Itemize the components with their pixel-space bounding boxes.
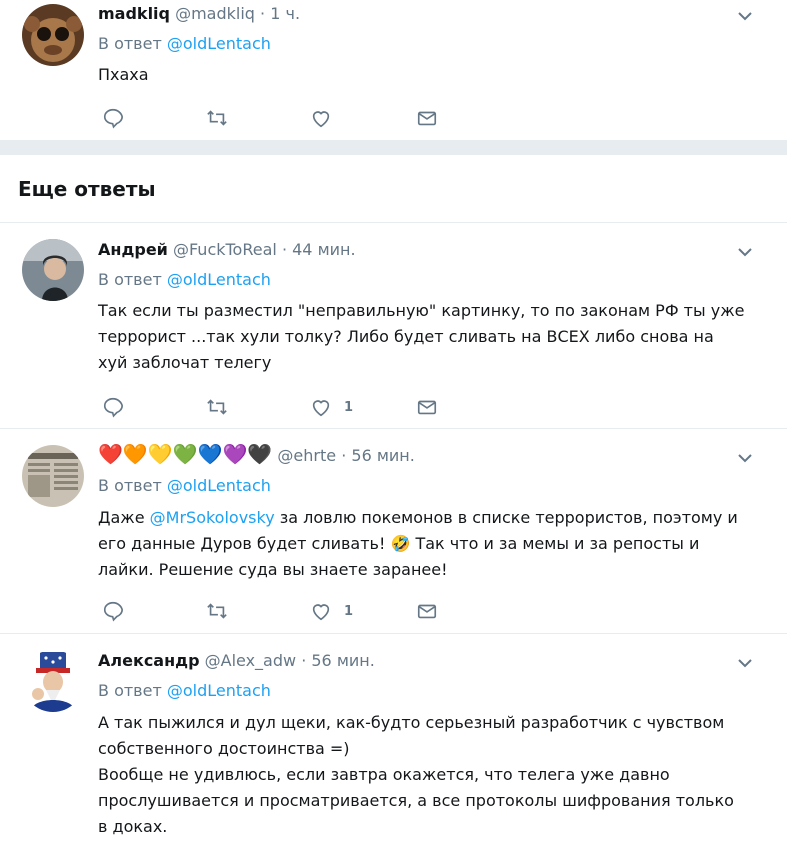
tweet-fucktoreal[interactable]: Андрей @FuckToReal · 44 мин. В ответ @ol… xyxy=(0,223,787,427)
username[interactable]: @ehrte xyxy=(277,446,336,465)
retweet-icon xyxy=(207,603,227,619)
reply-prefix: В ответ xyxy=(98,476,162,495)
section-title: Еще ответы xyxy=(18,177,156,201)
mention-link[interactable]: @MrSokolovsky xyxy=(150,508,275,527)
like-icon xyxy=(312,604,330,621)
tweet-madkliq[interactable]: madkliq @madkliq · 1 ч. В ответ @oldLent… xyxy=(0,0,787,140)
reply-button[interactable] xyxy=(102,106,124,130)
reply-mention-link[interactable]: @oldLentach xyxy=(167,476,271,495)
display-name[interactable]: ❤️🧡💛💚💙💜🖤 xyxy=(98,442,272,466)
direct-message-button[interactable] xyxy=(416,395,438,419)
tweet-ehrte[interactable]: ❤️🧡💛💚💙💜🖤 @ehrte · 56 мин. В ответ @oldLe… xyxy=(0,429,787,632)
avatar[interactable] xyxy=(22,4,84,66)
message-icon xyxy=(417,400,437,415)
retweet-button[interactable] xyxy=(206,599,228,623)
tweet-header: Андрей @FuckToReal · 44 мин. xyxy=(98,240,356,259)
avatar[interactable] xyxy=(22,239,84,301)
tweet-text: А так пыжился и дул щеки, как-будто серь… xyxy=(98,710,748,840)
tweet-header: Александр @Alex_adw · 56 мин. xyxy=(98,651,375,670)
chevron-down-icon[interactable] xyxy=(737,655,753,671)
tweet-header: madkliq @madkliq · 1 ч. xyxy=(98,4,300,23)
reply-context: В ответ @oldLentach xyxy=(98,270,271,289)
separator-dot: · xyxy=(301,651,307,670)
tweet-text-line: А так пыжился и дул щеки, как-будто серь… xyxy=(98,713,725,758)
timestamp[interactable]: 44 мин. xyxy=(292,240,355,259)
reply-prefix: В ответ xyxy=(98,681,162,700)
chevron-down-icon[interactable] xyxy=(737,450,753,466)
tweet-text: Пхаха xyxy=(98,65,149,84)
timestamp[interactable]: 56 мин. xyxy=(351,446,414,465)
tweet-text-part: Даже xyxy=(98,508,150,527)
reply-prefix: В ответ xyxy=(98,270,162,289)
message-icon xyxy=(417,111,437,126)
tweet-text-line: Вообще не удивлюсь, если завтра окажется… xyxy=(98,765,734,836)
retweet-button[interactable] xyxy=(206,395,228,419)
like-button[interactable] xyxy=(310,106,344,130)
separator-dot: · xyxy=(281,240,288,259)
reply-icon xyxy=(103,601,123,622)
username[interactable]: @Alex_adw xyxy=(205,651,296,670)
reply-context: В ответ @oldLentach xyxy=(98,34,271,53)
reply-mention-link[interactable]: @oldLentach xyxy=(167,681,271,700)
tweet-text: Даже @MrSokolovsky за ловлю покемонов в … xyxy=(98,505,748,583)
display-name[interactable]: Александр xyxy=(98,651,200,670)
reply-context: В ответ @oldLentach xyxy=(98,476,271,495)
tweet-text: Так если ты разместил "неправильную" кар… xyxy=(98,301,745,372)
chevron-down-icon[interactable] xyxy=(737,244,753,260)
reply-context: В ответ @oldLentach xyxy=(98,681,271,700)
section-gap xyxy=(0,141,787,155)
like-count: 1 xyxy=(344,603,354,619)
separator-dot: · xyxy=(260,4,266,23)
username[interactable]: @FuckToReal xyxy=(173,240,277,259)
retweet-icon xyxy=(207,399,227,415)
username[interactable]: @madkliq xyxy=(175,4,255,23)
retweet-icon xyxy=(207,110,227,126)
tweet-header: ❤️🧡💛💚💙💜🖤 @ehrte · 56 мин. xyxy=(98,442,415,466)
tweet-actions: 1 xyxy=(98,599,498,623)
reply-mention-link[interactable]: @oldLentach xyxy=(167,34,271,53)
separator-dot: · xyxy=(341,446,347,465)
reply-icon xyxy=(103,397,123,418)
tweet-alex-adw[interactable]: Александр @Alex_adw · 56 мин. В ответ @o… xyxy=(0,634,787,841)
like-count: 1 xyxy=(344,399,354,415)
tweet-actions: 1 xyxy=(98,395,498,419)
reply-prefix: В ответ xyxy=(98,34,162,53)
timestamp[interactable]: 1 ч. xyxy=(270,4,300,23)
reply-icon xyxy=(103,108,123,129)
timestamp[interactable]: 56 мин. xyxy=(311,651,374,670)
tweet-actions xyxy=(98,106,498,130)
like-icon xyxy=(312,111,330,128)
display-name[interactable]: Андрей xyxy=(98,240,168,259)
display-name[interactable]: madkliq xyxy=(98,4,170,23)
direct-message-button[interactable] xyxy=(416,599,438,623)
reply-button[interactable] xyxy=(102,599,124,623)
reply-mention-link[interactable]: @oldLentach xyxy=(167,270,271,289)
avatar[interactable] xyxy=(22,445,84,507)
retweet-button[interactable] xyxy=(206,106,228,130)
direct-message-button[interactable] xyxy=(416,106,438,130)
avatar[interactable] xyxy=(22,650,84,712)
like-icon xyxy=(312,400,330,417)
like-button[interactable]: 1 xyxy=(310,599,353,623)
message-icon xyxy=(417,604,437,619)
reply-button[interactable] xyxy=(102,395,124,419)
like-button[interactable]: 1 xyxy=(310,395,353,419)
chevron-down-icon[interactable] xyxy=(737,8,753,24)
